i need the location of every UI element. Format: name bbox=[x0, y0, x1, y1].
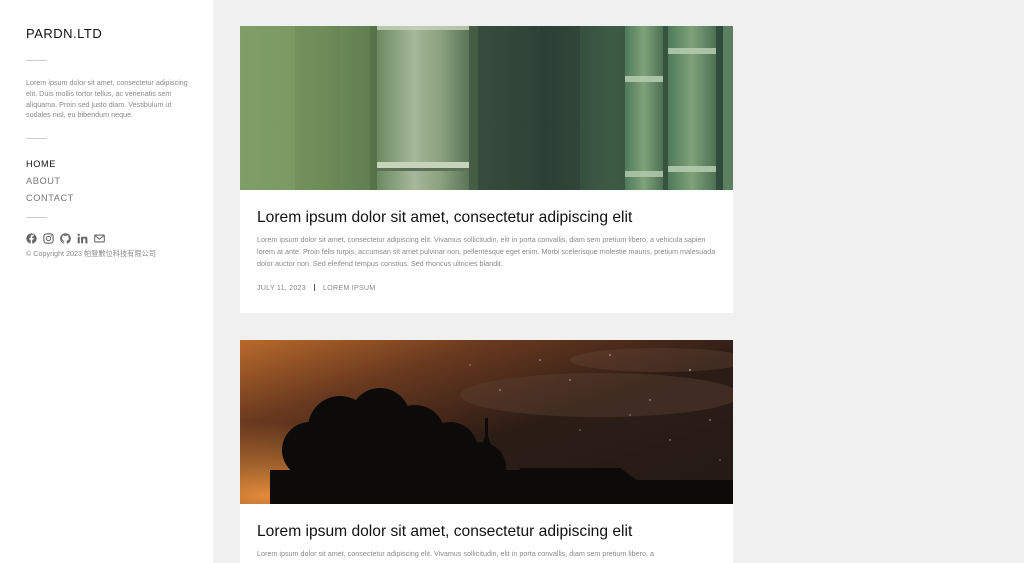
linkedin-icon[interactable] bbox=[77, 233, 88, 244]
nav-item-about[interactable]: ABOUT bbox=[26, 175, 187, 192]
meta-separator bbox=[313, 284, 315, 291]
post-body: Lorem ipsum dolor sit amet, consectetur … bbox=[240, 504, 733, 560]
post-date: JULY 11, 2023 bbox=[257, 283, 306, 292]
nav-item-contact[interactable]: CONTACT bbox=[26, 192, 187, 209]
post-meta: JULY 11, 2023 LOREM IPSUM bbox=[257, 283, 717, 292]
divider bbox=[26, 138, 47, 140]
divider bbox=[26, 60, 47, 61]
divider bbox=[26, 217, 47, 219]
mail-icon[interactable] bbox=[94, 233, 105, 244]
main-nav: HOME ABOUT CONTACT bbox=[26, 158, 187, 209]
post-image-night-sky[interactable] bbox=[240, 340, 733, 504]
copyright-text: © Copyright 2023 帕登數位科技有限公司 bbox=[26, 249, 156, 259]
sidebar: PARDN.LTD Lorem ipsum dolor sit amet, co… bbox=[0, 0, 213, 563]
post-body: Lorem ipsum dolor sit amet, consectetur … bbox=[240, 190, 733, 292]
github-icon[interactable] bbox=[60, 233, 71, 244]
instagram-icon[interactable] bbox=[43, 233, 54, 244]
post-card: Lorem ipsum dolor sit amet, consectetur … bbox=[240, 26, 733, 313]
social-links bbox=[26, 233, 187, 245]
post-image-bamboo[interactable] bbox=[240, 26, 733, 190]
post-title[interactable]: Lorem ipsum dolor sit amet, consectetur … bbox=[257, 522, 717, 542]
brand-title[interactable]: PARDN.LTD bbox=[26, 26, 187, 41]
nav-item-home[interactable]: HOME bbox=[26, 158, 187, 175]
post-card: Lorem ipsum dolor sit amet, consectetur … bbox=[240, 340, 733, 563]
post-excerpt: Lorem ipsum dolor sit amet, consectetur … bbox=[257, 235, 716, 268]
post-category[interactable]: LOREM IPSUM bbox=[323, 283, 376, 292]
post-title[interactable]: Lorem ipsum dolor sit amet, consectetur … bbox=[257, 208, 717, 228]
site-description: Lorem ipsum dolor sit amet, consectetur … bbox=[26, 78, 188, 120]
post-excerpt: Lorem ipsum dolor sit amet, consectetur … bbox=[257, 549, 654, 558]
facebook-icon[interactable] bbox=[26, 233, 37, 245]
